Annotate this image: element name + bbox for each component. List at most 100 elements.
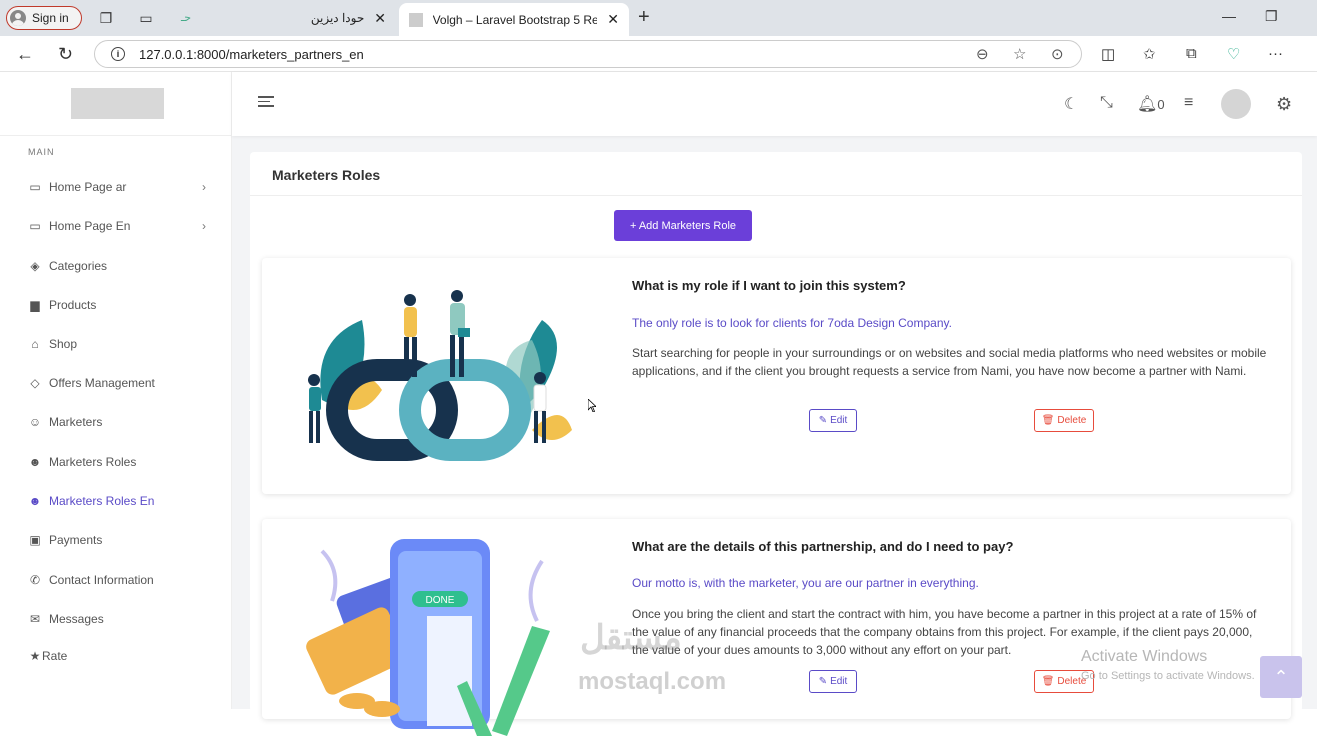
- more-actions-icon[interactable]: ⊙: [1051, 45, 1064, 63]
- app-topbar: ☾ ⤡ 🔔︎ 0 ≡ ⚙: [232, 72, 1317, 136]
- sidebar-item-marketers-roles-en[interactable]: ☻ Marketers Roles En: [28, 491, 208, 511]
- partnership-illustration: [308, 290, 572, 461]
- split-screen-icon[interactable]: ◫: [1101, 45, 1115, 63]
- user-check-icon: ☻: [28, 494, 42, 508]
- sidebar-item-contact-information[interactable]: ✆ Contact Information: [28, 570, 208, 590]
- browser-essentials-icon[interactable]: ♡: [1227, 45, 1240, 63]
- sidebar-section-label: MAIN: [28, 147, 55, 157]
- trash-icon: 🗑︎: [1041, 676, 1055, 687]
- payment-done-illustration: DONE: [306, 539, 550, 736]
- sidebar-item-offers-management[interactable]: ◇ Offers Management: [28, 373, 208, 393]
- monitor-icon: ▭: [29, 180, 41, 194]
- sidebar-item-rate[interactable]: ★ Rate: [28, 646, 208, 666]
- role-card: DONE What are the details of this partne…: [262, 519, 1291, 736]
- settings-more-icon[interactable]: ···: [1268, 45, 1283, 62]
- favicon-icon: [409, 12, 423, 27]
- restore-icon[interactable]: ❐: [1265, 8, 1278, 25]
- favorite-star-icon[interactable]: ☆: [1013, 45, 1026, 63]
- tag-icon: ◇: [30, 376, 40, 390]
- sidebar-item-label: Categories: [49, 259, 108, 273]
- done-label: DONE: [426, 595, 455, 606]
- role-highlight: Our motto is, with the marketer, you are…: [632, 576, 979, 590]
- chevron-right-icon: ›: [202, 180, 206, 194]
- tab-volgh[interactable]: Volgh – Laravel Bootstrap 5 Respo ✕: [399, 3, 629, 36]
- tab-actions-icon[interactable]: ▭: [138, 10, 154, 26]
- avatar[interactable]: [1221, 89, 1251, 119]
- gear-icon[interactable]: ⚙: [1276, 94, 1292, 115]
- trash-icon: 🗑︎: [1041, 415, 1055, 426]
- add-marketers-role-button[interactable]: + Add Marketers Role: [614, 210, 752, 241]
- sidebar-item-products[interactable]: ▆ Products: [28, 295, 208, 315]
- profile-icon: [10, 10, 26, 26]
- sidebar: MAIN ▭ Home Page ar › ▭ Home Page En › ◈…: [0, 72, 232, 709]
- phone-icon: ✆: [29, 573, 41, 587]
- close-tab-icon[interactable]: ✕: [374, 10, 386, 27]
- money-icon: ▣: [29, 533, 41, 547]
- favorites-icon[interactable]: ✩: [1143, 45, 1156, 63]
- user-check-icon: ☻: [28, 455, 42, 469]
- menu-toggle-icon[interactable]: [258, 96, 274, 108]
- tab-hoda-design[interactable]: حودا ديزين ✕: [200, 4, 396, 32]
- role-description: Start searching for people in your surro…: [632, 346, 1267, 378]
- sidebar-item-payments[interactable]: ▣ Payments: [28, 530, 208, 550]
- info-icon[interactable]: i: [111, 47, 125, 61]
- notification-count: 0: [1157, 96, 1165, 112]
- sidebar-item-label: Home Page ar: [49, 180, 127, 194]
- logo[interactable]: [71, 88, 164, 119]
- sidebar-item-home-page-ar[interactable]: ▭ Home Page ar ›: [28, 177, 208, 197]
- pinned-tab-icon[interactable]: حـ: [178, 10, 194, 26]
- edit-button[interactable]: ✎ Edit: [809, 409, 857, 432]
- dark-mode-icon[interactable]: ☾: [1064, 94, 1078, 114]
- sidebar-item-label: Rate: [42, 649, 68, 663]
- sidebar-item-marketers-roles[interactable]: ☻ Marketers Roles: [28, 452, 208, 472]
- notifications-button[interactable]: 🔔︎ 0: [1137, 94, 1165, 114]
- watermark-mostaql: mostaql.com: [578, 668, 727, 695]
- role-question: What is my role if I want to join this s…: [632, 278, 906, 293]
- sidebar-item-label: Products: [49, 298, 97, 312]
- sidebar-item-marketers[interactable]: ☺ Marketers: [28, 412, 208, 432]
- mouse-cursor-icon: [588, 399, 596, 412]
- url-field[interactable]: i 127.0.0.1:8000/marketers_partners_en: [94, 40, 1082, 68]
- list-menu-icon[interactable]: ≡: [1184, 94, 1193, 112]
- sidebar-item-messages[interactable]: ✉ Messages: [28, 609, 208, 629]
- card-header: Marketers Roles: [250, 152, 1302, 196]
- sidebar-item-label: Marketers Roles En: [49, 494, 155, 508]
- back-icon[interactable]: ←: [16, 44, 34, 65]
- page-title: Marketers Roles: [272, 167, 381, 183]
- scroll-to-top-button[interactable]: ⌃: [1260, 656, 1302, 698]
- sign-in-button[interactable]: Sign in: [6, 6, 82, 30]
- sidebar-item-label: Contact Information: [49, 573, 154, 587]
- edit-label: Edit: [830, 676, 848, 687]
- box-icon: ▆: [30, 298, 40, 312]
- sidebar-item-label: Shop: [49, 337, 78, 351]
- envelope-icon: ✉: [29, 612, 41, 626]
- refresh-icon[interactable]: ↻: [58, 44, 73, 65]
- sidebar-item-categories[interactable]: ◈ Categories: [28, 256, 208, 276]
- sidebar-item-label: Messages: [49, 612, 104, 626]
- star-icon: ★: [29, 649, 41, 663]
- sidebar-item-label: Marketers: [49, 415, 103, 429]
- delete-button[interactable]: 🗑︎ Delete: [1034, 409, 1094, 432]
- role-card: What is my role if I want to join this s…: [262, 258, 1291, 494]
- edit-button[interactable]: ✎ Edit: [809, 670, 857, 693]
- sign-in-label: Sign in: [32, 11, 69, 25]
- url-text: 127.0.0.1:8000/marketers_partners_en: [139, 46, 364, 62]
- tab-label: حودا ديزين: [310, 11, 365, 25]
- zoom-icon[interactable]: ⊖: [976, 45, 989, 63]
- store-icon: ⌂: [31, 337, 39, 351]
- minimize-icon[interactable]: —: [1222, 8, 1236, 24]
- browser-tab-bar: Sign in ❐ ▭ حـ حودا ديزين ✕ Volgh – Lara…: [0, 0, 1317, 36]
- role-question: What are the details of this partnership…: [632, 539, 1014, 554]
- edit-label: Edit: [830, 415, 848, 426]
- new-tab-icon[interactable]: +: [638, 6, 650, 29]
- fullscreen-icon[interactable]: ⤡: [1100, 94, 1113, 112]
- workspaces-icon[interactable]: ❐: [98, 10, 114, 26]
- close-tab-icon[interactable]: ✕: [607, 11, 619, 28]
- sidebar-item-home-page-en[interactable]: ▭ Home Page En ›: [28, 216, 208, 236]
- collections-icon[interactable]: ⧉: [1186, 45, 1197, 62]
- activate-windows-subtitle: Go to Settings to activate Windows.: [1081, 670, 1255, 682]
- layers-icon: ◈: [30, 259, 40, 273]
- delete-label: Delete: [1057, 415, 1087, 426]
- chevron-up-icon: ⌃: [1273, 667, 1289, 687]
- sidebar-item-shop[interactable]: ⌂ Shop: [28, 334, 208, 354]
